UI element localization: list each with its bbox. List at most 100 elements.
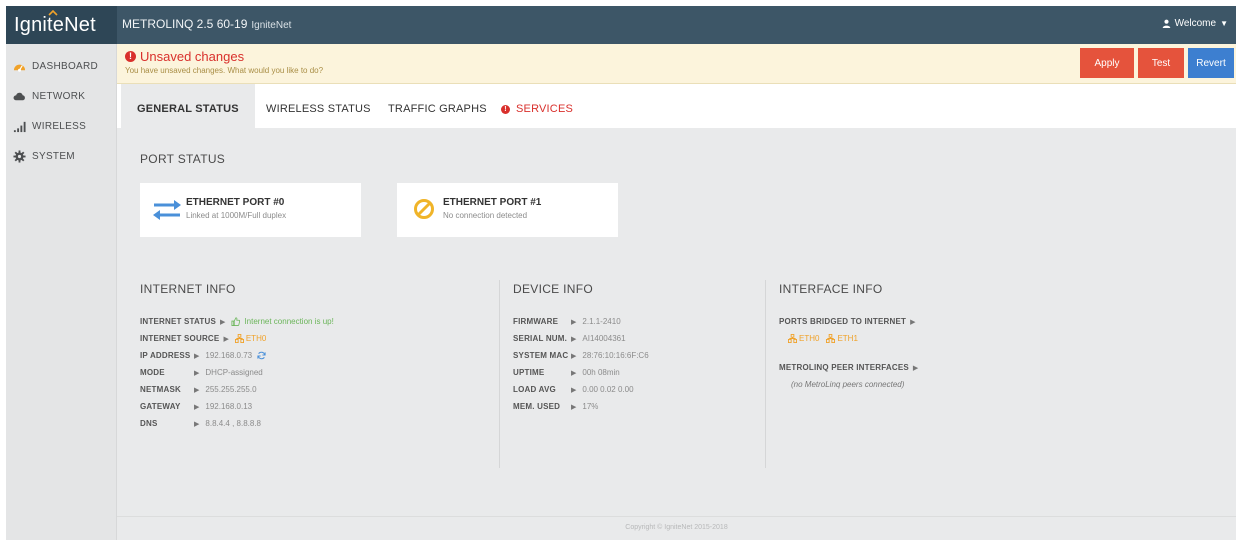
column-divider [499,280,500,468]
revert-button[interactable]: Revert [1188,48,1234,78]
device-info-title: DEVICE INFO [513,282,593,296]
info-key: SERIAL NUM. [513,334,568,343]
ethernet-port-0-card[interactable]: ETHERNET PORT #0 Linked at 1000M/Full du… [140,183,361,237]
top-bar: IgniteNet METROLINQ 2.5 60-19 IgniteNet W… [6,6,1236,44]
info-key: IP ADDRESS [140,351,191,360]
info-key: MODE [140,368,165,377]
peer-interfaces-value: (no MetroLinq peers connected) [791,380,904,389]
info-key: SYSTEM MAC [513,351,569,360]
info-row-gateway: GATEWAY ▶ 192.168.0.13 [140,402,252,411]
tab-wireless-status[interactable]: WIRELESS STATUS [266,84,371,134]
brand-logo[interactable]: IgniteNet [6,6,117,44]
info-key: DNS [140,419,158,428]
arrow-right-icon: ▶ [223,335,229,343]
info-key: UPTIME [513,368,545,377]
footer-copyright: Copyright © IgniteNet 2015-2018 [117,516,1236,540]
ethernet-port-icon [826,334,836,343]
info-value: 17% [582,402,599,411]
ethernet-port-1-card[interactable]: ETHERNET PORT #1 No connection detected [397,183,618,237]
info-row-netmask: NETMASK ▶ 255.255.255.0 [140,385,257,394]
sidebar-item-label: SYSTEM [32,150,75,162]
info-value: 192.168.0.13 [205,402,253,411]
user-menu[interactable]: Welcome ▼ [1162,18,1228,29]
bridged-port[interactable]: ETH0 [799,334,819,343]
info-value: 8.8.4.4 , 8.8.8.8 [205,419,261,428]
tab-general-status[interactable]: GENERAL STATUS [121,84,255,134]
info-row-mode: MODE ▶ DHCP-assigned [140,368,263,377]
info-row-firmware: FIRMWARE ▶ 2.1.1-2410 [513,317,621,326]
info-row-dns: DNS ▶ 8.8.4.4 , 8.8.8.8 [140,419,261,428]
user-icon [1162,19,1170,28]
product-title: METROLINQ 2.5 60-19 IgniteNet [122,17,291,31]
arrow-right-icon: ▶ [912,364,919,372]
info-value: 255.255.255.0 [205,385,257,394]
sidebar-item-wireless[interactable]: WIRELESS [6,111,116,141]
arrow-right-icon: ▶ [571,335,577,343]
info-value: Internet connection is up! [244,317,334,326]
alert-icon: ! [125,51,136,62]
info-row-internet-status: INTERNET STATUS ▶ Internet connection is… [140,317,334,326]
cloud-icon [13,92,25,100]
sidebar-item-dashboard[interactable]: DASHBOARD [6,51,116,81]
bridged-ports-heading: PORTS BRIDGED TO INTERNET ▶ [779,317,921,326]
sidebar-item-system[interactable]: SYSTEM [6,141,116,171]
arrow-right-icon: ▶ [910,318,916,326]
sidebar-item-label: NETWORK [32,90,86,102]
arrow-right-icon: ▶ [194,403,200,411]
info-value: 00h 08min [582,368,620,377]
info-key: NETMASK [140,385,181,394]
port-status-title: PORT STATUS [140,152,226,166]
info-value: AI14004361 [582,334,626,343]
alert-icon: ! [501,104,510,114]
info-row-load-avg: LOAD AVG ▶ 0.00 0.02 0.00 [513,385,634,394]
info-value: 192.168.0.73 [205,351,253,360]
info-value: (no MetroLinq peers connected) [791,380,905,389]
info-row-uptime: UPTIME ▶ 00h 08min [513,368,620,377]
tab-services-label: SERVICES [516,103,574,115]
port-name: ETHERNET PORT #1 [443,197,542,208]
arrow-right-icon: ▶ [571,403,577,411]
arrow-right-icon: ▶ [571,318,577,326]
tab-traffic-graphs[interactable]: TRAFFIC GRAPHS [388,84,487,134]
test-button[interactable]: Test [1138,48,1184,78]
port-name: ETHERNET PORT #0 [186,197,285,208]
welcome-label: Welcome [1174,18,1217,29]
arrow-right-icon: ▶ [194,386,200,394]
gear-icon [13,149,26,163]
info-row-ip-address: IP ADDRESS ▶ 192.168.0.73 [140,351,266,360]
info-row-system-mac: SYSTEM MAC ▶ 28:76:10:16:6F:C6 [513,351,649,360]
info-row-serial: SERIAL NUM. ▶ AI14004361 [513,334,626,343]
ethernet-port-icon [788,334,797,343]
info-value: 2.1.1-2410 [582,317,621,326]
apply-button[interactable]: Apply [1080,48,1134,78]
sidebar-item-label: DASHBOARD [32,60,99,72]
tab-services[interactable]: ! SERVICES [501,84,573,134]
no-connection-icon [414,199,434,219]
info-row-mem-used: MEM. USED ▶ 17% [513,402,598,411]
arrow-right-icon: ▶ [194,352,200,360]
bridged-ports-list: ETH0 ETH1 [788,334,858,343]
internet-info-title: INTERNET INFO [140,282,236,296]
arrow-right-icon: ▶ [220,318,226,326]
info-key: GATEWAY [140,402,181,411]
product-name: METROLINQ 2.5 60-19 [122,17,248,31]
tab-bar: GENERAL STATUS WIRELESS STATUS TRAFFIC G… [117,84,1236,134]
app-frame: IgniteNet METROLINQ 2.5 60-19 IgniteNet W… [6,6,1236,540]
info-key: LOAD AVG [513,385,556,394]
arrow-right-icon: ▶ [194,369,200,377]
banner-title-text: Unsaved changes [140,49,245,64]
refresh-icon[interactable] [257,351,266,360]
arrow-right-icon: ▶ [571,386,577,394]
info-value[interactable]: ETH0 [246,334,266,343]
peer-interfaces-heading: METROLINQ PEER INTERFACES ▶ [779,363,924,372]
arrow-right-icon: ▶ [194,420,200,428]
sidebar-item-label: WIRELESS [32,120,87,132]
sidebar: DASHBOARD NETWORK WIRELESS SYSTEM [6,44,117,540]
column-divider [765,280,766,468]
arrow-right-icon: ▶ [571,369,577,377]
sidebar-item-network[interactable]: NETWORK [6,81,116,111]
banner-title: ! Unsaved changes [125,49,244,64]
bridged-port[interactable]: ETH1 [837,334,857,343]
caret-down-icon: ▼ [1220,19,1228,28]
thumbs-up-icon [231,317,241,326]
